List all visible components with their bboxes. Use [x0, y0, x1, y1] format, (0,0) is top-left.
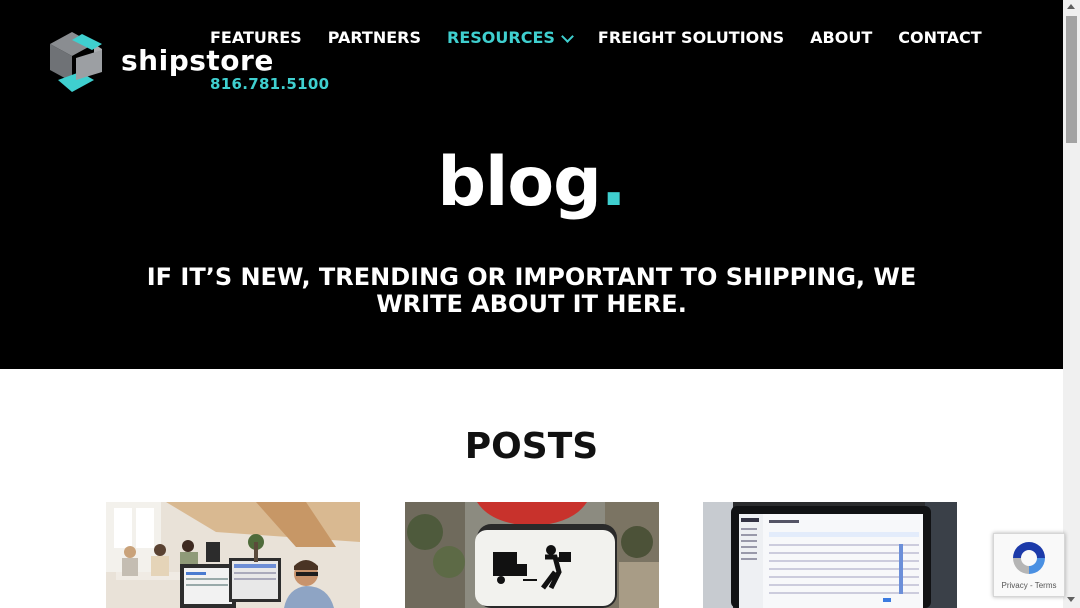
post-card-1[interactable] — [106, 502, 360, 608]
post-card-2[interactable] — [405, 502, 659, 608]
nav-item-label: FREIGHT SOLUTIONS — [597, 28, 785, 47]
page-scrollbar[interactable] — [1063, 0, 1080, 608]
nav-item-features[interactable]: FEATURES — [210, 27, 302, 49]
shipstore-logo-icon[interactable] — [44, 32, 106, 101]
recaptcha-icon — [1013, 542, 1045, 574]
nav-item-label: CONTACT — [898, 28, 982, 47]
scrollbar-thumb[interactable] — [1066, 16, 1077, 143]
delivery-sign-photo-icon — [405, 502, 659, 608]
nav-item-label: FEATURES — [210, 28, 302, 47]
nav-item-partners[interactable]: PARTNERS — [328, 27, 421, 49]
page-title-dot: . — [600, 143, 627, 222]
hero-tagline: IF IT’S NEW, TRENDING OR IMPORTANT TO SH… — [146, 263, 917, 318]
phone-number[interactable]: 816.781.5100 — [210, 75, 329, 93]
chevron-down-icon — [561, 29, 574, 43]
post-card-3[interactable] — [703, 502, 957, 608]
recaptcha-badge[interactable]: Privacy - Terms — [993, 533, 1065, 597]
nav-item-about[interactable]: ABOUT — [810, 27, 872, 49]
page-title: blog. — [0, 138, 1063, 228]
recaptcha-privacy-link[interactable]: Privacy — [1002, 581, 1028, 590]
nav-item-freight-solutions[interactable]: FREIGHT SOLUTIONS — [598, 27, 784, 49]
recaptcha-links: Privacy - Terms — [994, 581, 1064, 590]
hero-section: shipstore 816.781.5100 FEATURES PARTNERS… — [0, 0, 1063, 369]
nav-item-resources[interactable]: RESOURCES — [447, 27, 574, 49]
recaptcha-terms-link[interactable]: Terms — [1035, 581, 1057, 590]
nav-item-label: PARTNERS — [327, 28, 422, 47]
scroll-up-arrow-icon[interactable] — [1067, 4, 1075, 9]
page-title-text: blog — [437, 143, 601, 222]
scroll-down-arrow-icon[interactable] — [1067, 597, 1075, 602]
nav-item-contact[interactable]: CONTACT — [898, 27, 981, 49]
main-nav: FEATURES PARTNERS RESOURCES FREIGHT SOLU… — [210, 27, 1008, 49]
nav-item-label: ABOUT — [810, 28, 873, 47]
posts-heading: POSTS — [464, 426, 599, 467]
office-team-photo-icon — [106, 502, 360, 608]
laptop-dashboard-photo-icon — [703, 502, 957, 608]
recaptcha-separator: - — [1027, 581, 1035, 590]
nav-item-label: RESOURCES — [447, 28, 555, 47]
